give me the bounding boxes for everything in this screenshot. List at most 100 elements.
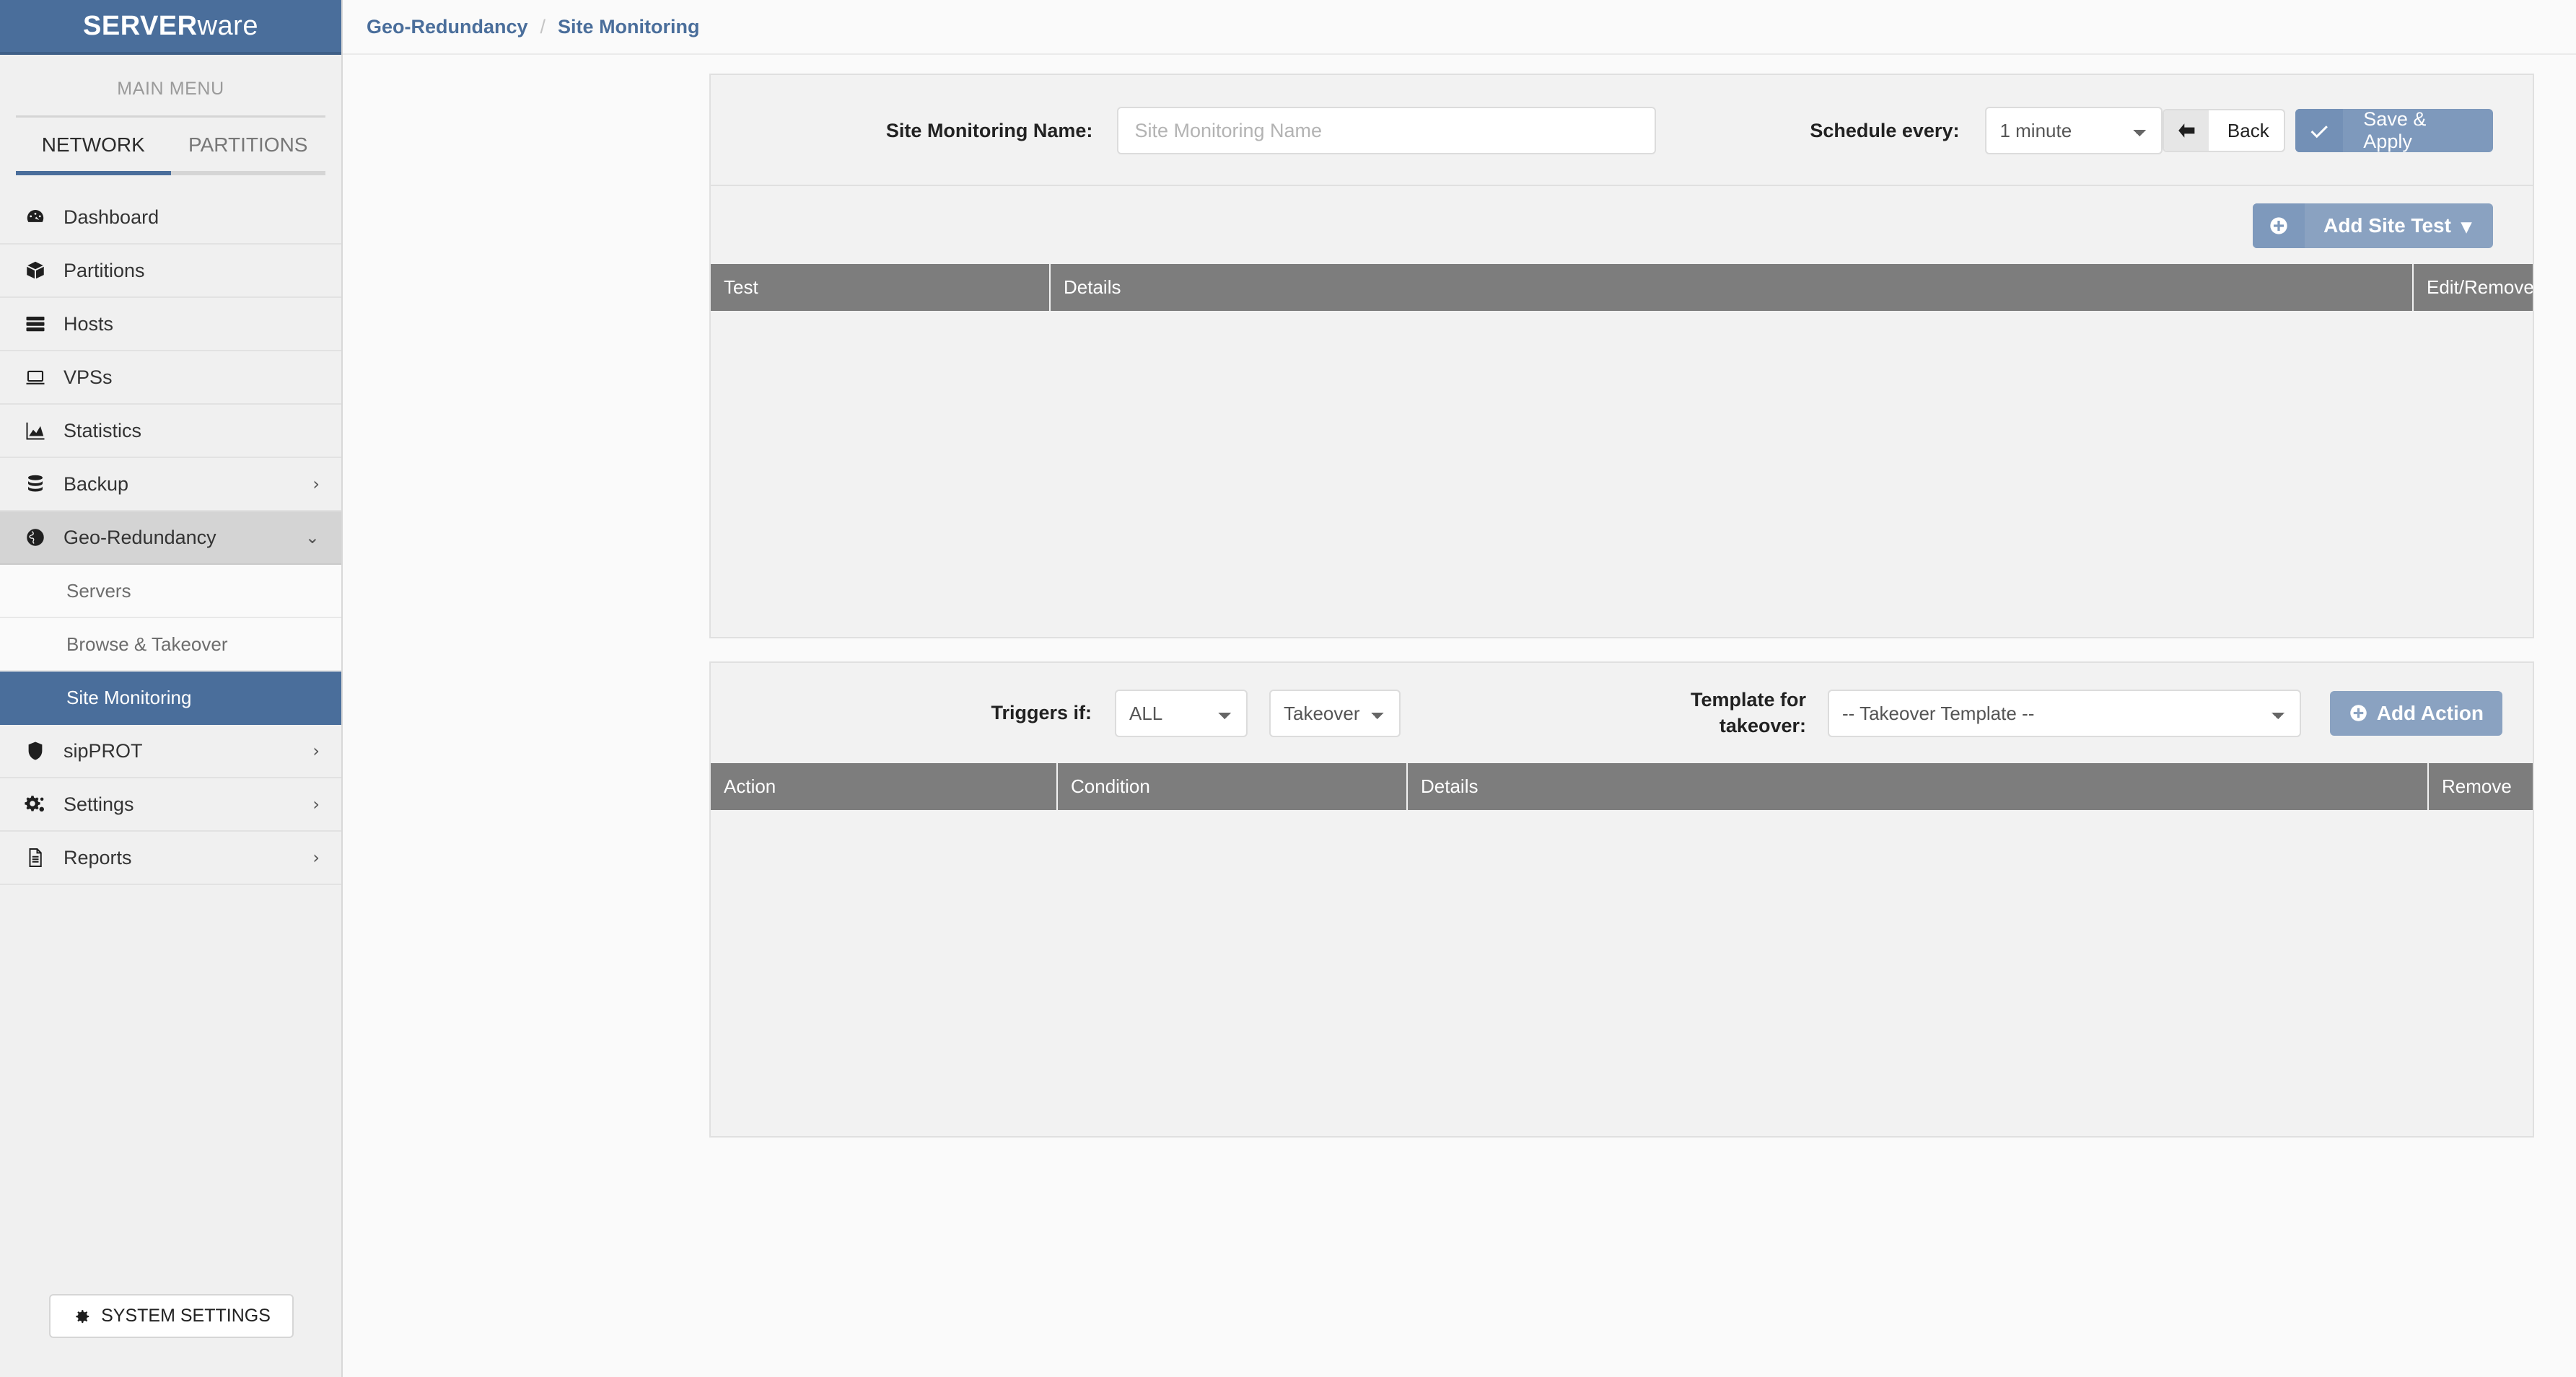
sidebar-item-label: Partitions — [58, 260, 320, 282]
sidebar-item-vpss[interactable]: VPSs — [0, 351, 341, 405]
globe-icon — [25, 527, 58, 548]
sidebar-subitem-site-monitoring[interactable]: Site Monitoring — [0, 672, 341, 725]
sidebar-subitem-servers[interactable]: Servers — [0, 565, 341, 618]
site-tests-table-empty-body — [711, 311, 2533, 637]
sidebar-item-label: Hosts — [58, 313, 320, 335]
table-header-row: Action Condition Details Remove — [711, 763, 2533, 810]
schedule-every-label: Schedule every: — [1656, 120, 1986, 142]
system-settings-wrapper: SYSTEM SETTINGS — [0, 1294, 343, 1338]
chevron-right-icon: › — [312, 474, 320, 494]
dashboard-icon — [25, 206, 58, 228]
sidebar-item-label: Dashboard — [58, 206, 320, 229]
breadcrumb: Geo-Redundancy / Site Monitoring — [343, 0, 2576, 55]
site-monitoring-panel: Site Monitoring Name: Schedule every: 1 … — [709, 74, 2534, 638]
sidebar-item-hosts[interactable]: Hosts — [0, 298, 341, 351]
brand-title-bold: SERVER — [83, 11, 198, 41]
server-icon — [25, 313, 58, 335]
column-header-remove: Remove — [2428, 763, 2533, 810]
column-header-details: Details — [1407, 763, 2428, 810]
sidebar-item-geo-redundancy[interactable]: Geo-Redundancy ⌄ — [0, 511, 341, 565]
takeover-template-select[interactable]: -- Takeover Template -- — [1828, 690, 2301, 737]
triggers-if-label: Triggers if: — [711, 702, 1115, 724]
add-action-label: Add Action — [2377, 702, 2484, 725]
main-menu-label: MAIN MENU — [0, 55, 341, 115]
sidebar-item-label: Backup — [58, 473, 312, 496]
system-settings-label: SYSTEM SETTINGS — [101, 1306, 271, 1327]
sidebar-item-reports[interactable]: Reports › — [0, 832, 341, 885]
sidebar-item-sipprot[interactable]: sipPROT › — [0, 725, 341, 778]
site-tests-table: Test Details Edit/Remove — [711, 264, 2533, 311]
sidebar-item-backup[interactable]: Backup › — [0, 458, 341, 511]
check-icon — [2295, 109, 2343, 152]
tab-partitions[interactable]: PARTITIONS — [171, 118, 326, 175]
breadcrumb-parent[interactable]: Geo-Redundancy — [367, 16, 528, 38]
site-monitoring-form-row: Site Monitoring Name: Schedule every: 1 … — [711, 75, 2533, 185]
tab-network[interactable]: NETWORK — [16, 118, 171, 175]
sidebar-item-label: VPSs — [58, 366, 320, 389]
sidebar-tabs: NETWORK PARTITIONS — [16, 115, 325, 175]
trigger-action-select[interactable]: Takeover — [1269, 690, 1401, 737]
brand-header: SERVERware — [0, 0, 341, 55]
chevron-right-icon: › — [312, 848, 320, 868]
column-header-test: Test — [711, 264, 1050, 311]
box-icon — [25, 260, 58, 281]
plus-circle-icon — [2349, 703, 2368, 723]
template-label-line-2: takeover: — [1538, 713, 1806, 739]
sidebar-item-label: Settings — [58, 793, 312, 816]
gear-icon — [72, 1307, 91, 1326]
column-header-details: Details — [1050, 264, 2413, 311]
table-header-row: Test Details Edit/Remove — [711, 264, 2533, 311]
add-action-button[interactable]: Add Action — [2330, 691, 2502, 736]
sidebar-item-settings[interactable]: Settings › — [0, 778, 341, 832]
sidebar-subitem-browse-takeover[interactable]: Browse & Takeover — [0, 618, 341, 672]
app-root: SERVERware MAIN MENU NETWORK PARTITIONS … — [0, 0, 2576, 1377]
save-apply-button[interactable]: Save & Apply — [2295, 109, 2493, 152]
sidebar-item-partitions[interactable]: Partitions — [0, 245, 341, 298]
save-apply-label: Save & Apply — [2343, 109, 2493, 152]
breadcrumb-separator: / — [540, 16, 546, 38]
sidebar-item-statistics[interactable]: Statistics — [0, 405, 341, 458]
sidebar-nav: Dashboard Partitions Hosts — [0, 191, 341, 885]
chevron-right-icon: › — [312, 794, 320, 814]
column-header-condition: Condition — [1057, 763, 1407, 810]
sidebar-item-label: Geo-Redundancy — [58, 527, 305, 549]
database-icon — [25, 473, 58, 495]
add-site-test-label-wrap: Add Site Test ▾ — [2305, 203, 2493, 248]
shield-icon — [25, 740, 58, 762]
add-site-test-toolbar: Add Site Test ▾ — [711, 186, 2533, 264]
sidebar: SERVERware MAIN MENU NETWORK PARTITIONS … — [0, 0, 343, 1377]
sidebar-item-label: Statistics — [58, 420, 320, 442]
brand-title: SERVERware — [83, 11, 258, 42]
site-monitoring-name-input[interactable] — [1117, 107, 1655, 154]
breadcrumb-current[interactable]: Site Monitoring — [558, 16, 699, 38]
document-icon — [25, 847, 58, 868]
back-button-label: Back — [2209, 110, 2285, 151]
arrow-left-icon — [2164, 110, 2209, 151]
back-button[interactable]: Back — [2163, 109, 2285, 152]
column-header-action: Action — [711, 763, 1057, 810]
sidebar-item-dashboard[interactable]: Dashboard — [0, 191, 341, 245]
laptop-icon — [25, 366, 58, 388]
sidebar-item-label: sipPROT — [58, 740, 312, 762]
column-header-edit-remove: Edit/Remove — [2413, 264, 2533, 311]
gears-icon — [25, 793, 58, 815]
main-content: Geo-Redundancy / Site Monitoring Site Mo… — [343, 0, 2576, 1377]
sidebar-item-label: Reports — [58, 847, 312, 869]
chevron-right-icon: › — [312, 741, 320, 761]
schedule-every-select[interactable]: 1 minute — [1985, 107, 2162, 154]
brand-title-light: ware — [198, 11, 258, 41]
system-settings-button[interactable]: SYSTEM SETTINGS — [49, 1294, 294, 1338]
chevron-down-icon: ⌄ — [305, 527, 320, 547]
actions-table: Action Condition Details Remove — [711, 763, 2533, 810]
triggers-form-row: Triggers if: ALL Takeover Template for t… — [711, 663, 2533, 763]
site-tests-table-head: Test Details Edit/Remove — [711, 264, 2533, 311]
form-action-buttons: Back Save & Apply — [2163, 109, 2533, 152]
actions-table-head: Action Condition Details Remove — [711, 763, 2533, 810]
trigger-match-select[interactable]: ALL — [1115, 690, 1248, 737]
triggers-panel: Triggers if: ALL Takeover Template for t… — [709, 661, 2534, 1138]
add-action-wrapper: Add Action — [2330, 691, 2533, 736]
site-monitoring-name-label: Site Monitoring Name: — [711, 120, 1117, 142]
actions-table-empty-body — [711, 810, 2533, 1136]
template-for-takeover-label: Template for takeover: — [1538, 687, 1806, 739]
add-site-test-button[interactable]: Add Site Test ▾ — [2253, 203, 2493, 248]
